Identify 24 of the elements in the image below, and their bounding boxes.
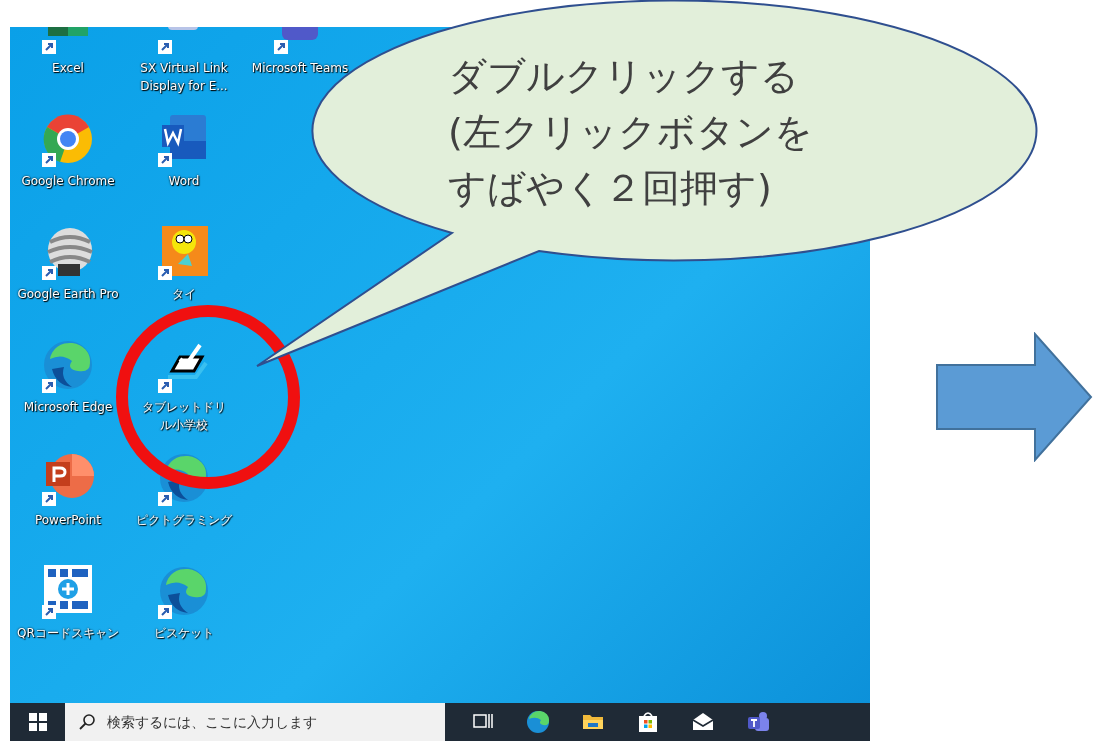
icon-label[interactable]: Word — [168, 172, 200, 190]
callout-text: (左クリックボタンを — [448, 109, 813, 156]
icon-label[interactable]: Excel — [52, 59, 84, 77]
search-icon — [79, 714, 95, 730]
windows-logo-icon — [28, 713, 47, 731]
icon-label[interactable]: Microsoft Teams — [251, 59, 349, 77]
icon-label[interactable]: ピクトグラミング — [136, 511, 232, 529]
icon-label[interactable]: Google Earth Pro — [17, 285, 119, 303]
people-icon — [745, 710, 770, 734]
icon-label[interactable]: SX Virtual Link Display for E... — [130, 59, 238, 95]
icon-label[interactable]: ビスケット — [154, 624, 214, 642]
icon-label[interactable]: タイ — [172, 285, 196, 303]
edge-icon — [525, 710, 550, 734]
search-field[interactable]: 検索するには、ここに入力します — [65, 703, 445, 741]
callout-text: すばやく２回押す) — [448, 165, 773, 212]
icon-label[interactable]: タブレットドリル小学校 — [141, 398, 227, 434]
icon-label[interactable]: Microsoft Edge — [23, 398, 113, 416]
slides-icon[interactable] — [40, 452, 96, 508]
icon-label[interactable]: QRコードスキャン — [17, 624, 119, 642]
icon-label[interactable]: PowerPoint — [34, 511, 102, 529]
callout-text: ダブルクリックする — [448, 53, 800, 100]
globe-icon[interactable] — [40, 226, 96, 282]
icon-label[interactable]: Google Chrome — [21, 172, 115, 190]
arrow-right-icon — [936, 332, 1093, 462]
